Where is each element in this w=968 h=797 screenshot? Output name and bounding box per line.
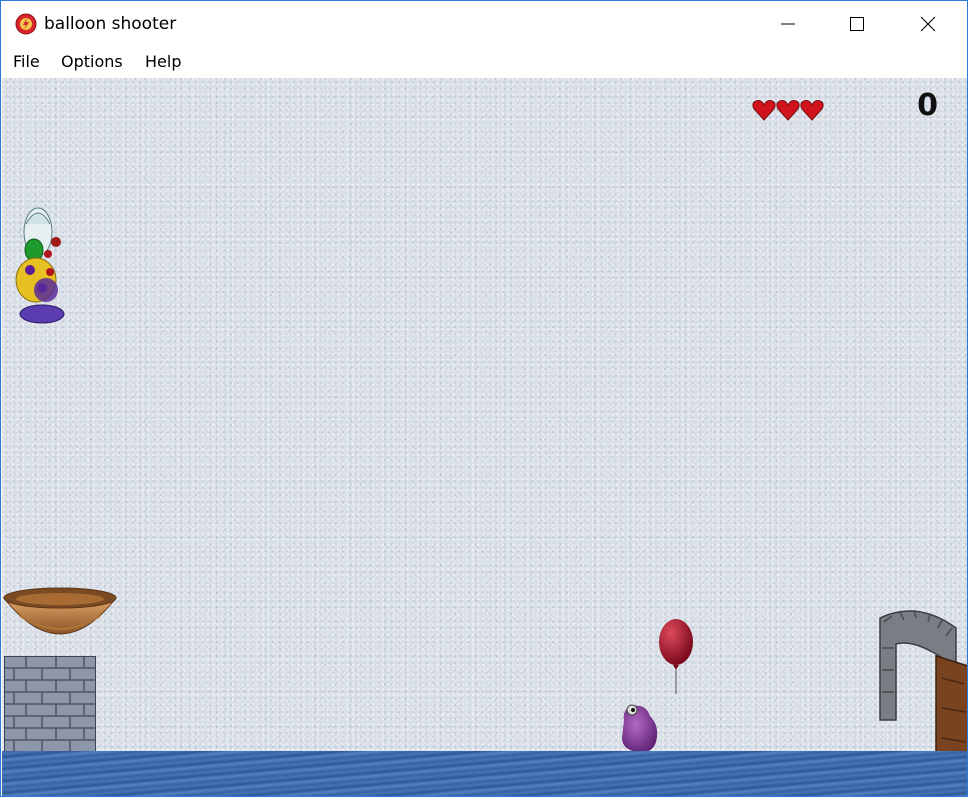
app-logo-icon [15,13,37,35]
maximize-button[interactable] [834,1,880,47]
score-display: 0 [917,88,938,123]
heart-icon [800,100,824,121]
maximize-icon [850,17,864,31]
purple-blob-creature-icon [622,704,658,753]
brick-tower-icon [4,656,96,752]
menu-help[interactable]: Help [145,51,181,73]
minimize-button[interactable] [765,1,811,47]
game-canvas[interactable]: 0 [2,78,967,796]
wooden-bowl-icon [2,587,118,635]
red-balloon-icon[interactable] [656,618,696,696]
lives-indicator [750,98,826,122]
water-floor [2,751,967,796]
heart-icon [752,100,776,121]
window-title: balloon shooter [44,14,177,34]
menu-options[interactable]: Options [61,51,123,73]
menu-bar: File Options Help [1,47,967,77]
clown-character-icon [15,207,65,324]
close-icon [920,16,936,32]
menu-file[interactable]: File [13,51,40,73]
title-bar[interactable]: balloon shooter [1,1,967,47]
minimize-icon [781,23,795,25]
heart-icon [776,100,800,121]
close-button[interactable] [905,1,951,47]
app-window: balloon shooter File Options Help 0 [0,0,968,797]
